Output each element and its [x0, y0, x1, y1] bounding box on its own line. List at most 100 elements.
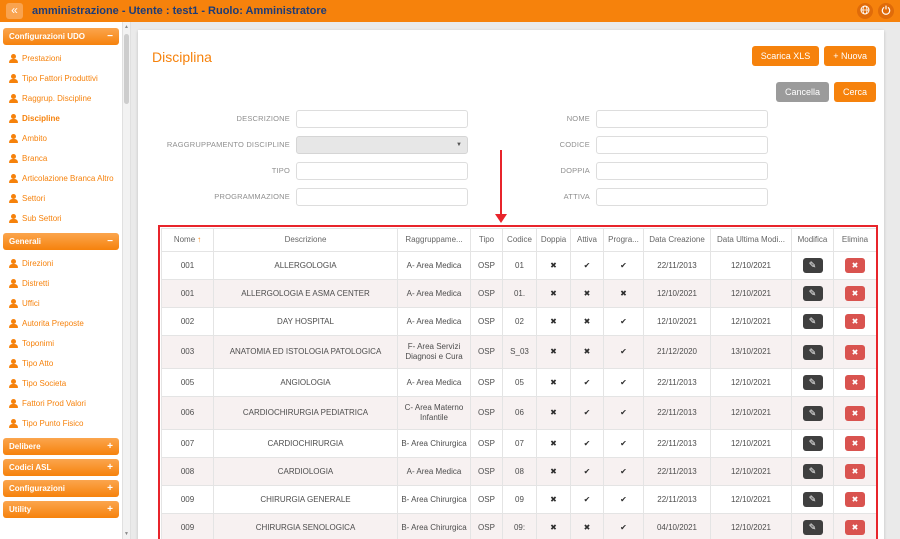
sidebar-item-raggrup-discipline[interactable]: Raggrup. Discipline — [2, 89, 120, 109]
sidebar-item-autorita-preposte[interactable]: Autorita Preposte — [2, 314, 120, 334]
tipo-input[interactable] — [296, 162, 468, 180]
edit-row-button[interactable]: ✎ — [803, 436, 823, 451]
sidebar-item-fattori-prod-valori[interactable]: Fattori Prod Valori — [2, 394, 120, 414]
edit-row-button[interactable]: ✎ — [803, 375, 823, 390]
column-header-data-creazione[interactable]: Data Creazione — [644, 229, 711, 252]
sidebar-item-tipo-societa[interactable]: Tipo Societa — [2, 374, 120, 394]
cell-doppia: ✖ — [537, 486, 571, 514]
sidebar-item-distretti[interactable]: Distretti — [2, 274, 120, 294]
sidebar-item-discipline[interactable]: Discipline — [2, 109, 120, 129]
raggruppamento-discipline-label: RAGGRUPPAMENTO DISCIPLINE — [138, 140, 290, 150]
column-label: Data Ultima Modi... — [717, 235, 785, 244]
delete-row-button[interactable]: ✖ — [845, 314, 865, 329]
topbar-actions — [857, 3, 894, 19]
cell-codice: 01 — [503, 252, 537, 280]
edit-row-button[interactable]: ✎ — [803, 286, 823, 301]
cell-attiva: ✔ — [571, 369, 604, 397]
cell-modifica: ✎ — [792, 458, 834, 486]
edit-row-button[interactable]: ✎ — [803, 406, 823, 421]
cell-elimina: ✖ — [834, 280, 877, 308]
column-header-attiva[interactable]: Attiva — [571, 229, 604, 252]
delete-row-button[interactable]: ✖ — [845, 464, 865, 479]
scroll-down-icon[interactable]: ▼ — [123, 531, 130, 537]
cell-data-creazione: 22/11/2013 — [644, 458, 711, 486]
sidebar-section-label: Generali — [9, 237, 41, 246]
edit-row-button[interactable]: ✎ — [803, 492, 823, 507]
sidebar-item-articolazione-branca-altro[interactable]: Articolazione Branca Altro — [2, 169, 120, 189]
sidebar-item-label: Settori — [22, 194, 45, 204]
sidebar-item-branca[interactable]: Branca — [2, 149, 120, 169]
column-header-raggruppame[interactable]: Raggruppame... — [398, 229, 471, 252]
cell-descrizione: CARDIOCHIRURGIA — [214, 430, 398, 458]
codice-input[interactable] — [596, 136, 768, 154]
sidebar-section-configurazioni[interactable]: Configurazioni+ — [3, 480, 119, 497]
column-header-tipo[interactable]: Tipo — [471, 229, 503, 252]
cell-tipo: OSP — [471, 280, 503, 308]
raggruppamento-discipline-select[interactable]: ▼ — [296, 136, 468, 154]
column-header-doppia[interactable]: Doppia — [537, 229, 571, 252]
edit-row-button[interactable]: ✎ — [803, 258, 823, 273]
delete-row-button[interactable]: ✖ — [845, 286, 865, 301]
delete-row-button[interactable]: ✖ — [845, 375, 865, 390]
person-icon — [9, 339, 18, 348]
collapse-sidebar-button[interactable]: « — [6, 3, 23, 19]
new-button[interactable]: + Nuova — [824, 46, 876, 66]
attiva-input[interactable] — [596, 188, 768, 206]
cell-elimina: ✖ — [834, 458, 877, 486]
sidebar-item-sub-settori[interactable]: Sub Settori — [2, 209, 120, 229]
delete-row-button[interactable]: ✖ — [845, 436, 865, 451]
delete-row-button[interactable]: ✖ — [845, 345, 865, 360]
column-header-descrizione[interactable]: Descrizione — [214, 229, 398, 252]
doppia-input[interactable] — [596, 162, 768, 180]
content-card: Disciplina Scarica XLS + Nuova Cancella … — [138, 30, 884, 539]
sidebar-item-prestazioni[interactable]: Prestazioni — [2, 49, 120, 69]
sidebar-item-tipo-punto-fisico[interactable]: Tipo Punto Fisico — [2, 414, 120, 434]
column-header-data-ultima-modi[interactable]: Data Ultima Modi... — [711, 229, 792, 252]
edit-row-button[interactable]: ✎ — [803, 345, 823, 360]
cell-data-ultima-modifica: 12/10/2021 — [711, 430, 792, 458]
cell-attiva: ✔ — [571, 430, 604, 458]
logout-power-button[interactable] — [878, 3, 894, 19]
sidebar-section-generali[interactable]: Generali− — [3, 233, 119, 250]
clear-button[interactable]: Cancella — [776, 82, 829, 102]
column-header-modifica[interactable]: Modifica — [792, 229, 834, 252]
language-globe-button[interactable] — [857, 3, 873, 19]
cell-programmazione: ✔ — [604, 369, 644, 397]
edit-row-button[interactable]: ✎ — [803, 464, 823, 479]
column-header-codice[interactable]: Codice — [503, 229, 537, 252]
download-xls-button[interactable]: Scarica XLS — [752, 46, 820, 66]
sidebar-scrollbar[interactable]: ▲ ▼ — [122, 22, 131, 539]
delete-row-button[interactable]: ✖ — [845, 520, 865, 535]
sidebar-item-uffici[interactable]: Uffici — [2, 294, 120, 314]
descrizione-input[interactable] — [296, 110, 468, 128]
sidebar-item-direzioni[interactable]: Direzioni — [2, 254, 120, 274]
column-header-elimina[interactable]: Elimina — [834, 229, 877, 252]
delete-row-button[interactable]: ✖ — [845, 492, 865, 507]
sidebar-item-settori[interactable]: Settori — [2, 189, 120, 209]
sidebar-section-codici-asl[interactable]: Codici ASL+ — [3, 459, 119, 476]
nome-input[interactable] — [596, 110, 768, 128]
sidebar-item-tipo-atto[interactable]: Tipo Atto — [2, 354, 120, 374]
sidebar-item-tipo-fattori-produttivi[interactable]: Tipo Fattori Produttivi — [2, 69, 120, 89]
edit-row-button[interactable]: ✎ — [803, 520, 823, 535]
sidebar-section-delibere[interactable]: Delibere+ — [3, 438, 119, 455]
search-button[interactable]: Cerca — [834, 82, 876, 102]
sidebar-item-toponimi[interactable]: Toponimi — [2, 334, 120, 354]
delete-row-button[interactable]: ✖ — [845, 258, 865, 273]
edit-row-button[interactable]: ✎ — [803, 314, 823, 329]
table-row: 005ANGIOLOGIAA- Area MedicaOSP05✖✔✔22/11… — [162, 369, 877, 397]
column-header-progra[interactable]: Progra... — [604, 229, 644, 252]
sidebar-item-ambito[interactable]: Ambito — [2, 129, 120, 149]
person-icon — [9, 259, 18, 268]
scrollbar-thumb[interactable] — [124, 34, 129, 104]
cell-data-ultima-modifica: 12/10/2021 — [711, 514, 792, 539]
sidebar-section-utility[interactable]: Utility+ — [3, 501, 119, 518]
scroll-up-icon[interactable]: ▲ — [123, 24, 130, 30]
programmazione-input[interactable] — [296, 188, 468, 206]
delete-row-button[interactable]: ✖ — [845, 406, 865, 421]
sidebar-section-configurazioni-udo[interactable]: Configurazioni UDO− — [3, 28, 119, 45]
cell-descrizione: CHIRURGIA SENOLOGICA — [214, 514, 398, 539]
column-header-nome[interactable]: Nome↑ — [162, 229, 214, 252]
cell-nome: 008 — [162, 458, 214, 486]
person-icon — [9, 74, 18, 83]
